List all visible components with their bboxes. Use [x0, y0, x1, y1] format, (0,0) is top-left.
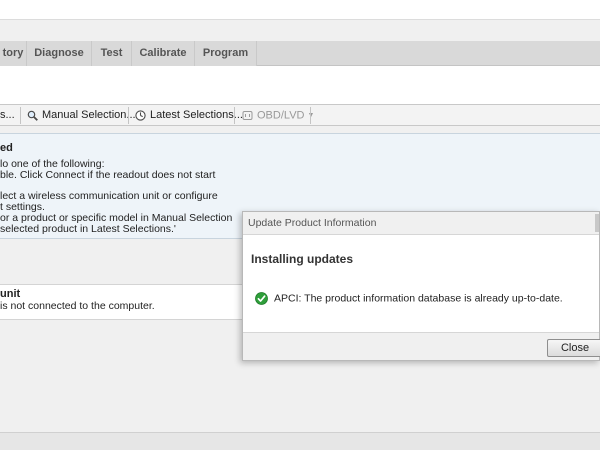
content-spacer	[0, 66, 600, 104]
dialog-title-scrollbar	[595, 214, 599, 232]
dialog-message-text: APCI: The product information database i…	[274, 292, 563, 305]
toolbar-separator	[128, 107, 129, 124]
tab-diagnose[interactable]: Diagnose	[27, 41, 92, 66]
toolbar-separator	[20, 107, 21, 124]
dialog-message: APCI: The product information database i…	[255, 292, 563, 305]
header-gap	[0, 20, 600, 41]
tab-history[interactable]: tory	[0, 41, 27, 66]
instruction-line: selected product in Latest Selections.'	[0, 223, 176, 235]
magnifier-icon	[27, 110, 38, 121]
title-strip	[0, 0, 600, 20]
obd-connector-icon	[242, 111, 253, 120]
dialog-title[interactable]: Update Product Information	[243, 212, 599, 235]
connect-button-label: s...	[0, 109, 15, 121]
obd-lvd-label: OBD/LVD	[257, 109, 305, 122]
panel-title: unit	[0, 288, 21, 300]
latest-selections-label: Latest Selections...	[150, 109, 243, 121]
connect-button[interactable]: s...	[0, 106, 15, 125]
panel-title: ed	[0, 142, 13, 154]
dialog-footer: Close	[243, 332, 600, 360]
manual-selection-label: Manual Selection...	[42, 109, 136, 121]
selection-toolbar: s... Manual Selection... Latest Selectio…	[0, 104, 600, 126]
check-circle-icon	[255, 292, 268, 305]
close-button[interactable]: Close	[547, 339, 600, 357]
tab-test[interactable]: Test	[92, 41, 132, 66]
latest-selections-button[interactable]: Latest Selections...	[135, 106, 243, 125]
manual-selection-button[interactable]: Manual Selection...	[27, 106, 136, 125]
unit-status-text: is not connected to the computer.	[0, 300, 155, 312]
toolbar-separator	[234, 107, 235, 124]
toolbar-separator	[310, 107, 311, 124]
dialog-heading: Installing updates	[251, 252, 354, 266]
instruction-line: ble. Click Connect if the readout does n…	[0, 169, 216, 181]
clock-icon	[135, 109, 146, 121]
tab-program[interactable]: Program	[195, 41, 257, 66]
main-tabbar: tory Diagnose Test Calibrate Program	[0, 41, 600, 66]
tab-calibrate[interactable]: Calibrate	[132, 41, 195, 66]
update-product-information-dialog: Update Product Information Installing up…	[242, 211, 600, 361]
obd-lvd-button[interactable]: OBD/LVD▼	[242, 106, 314, 125]
status-bar	[0, 432, 600, 450]
